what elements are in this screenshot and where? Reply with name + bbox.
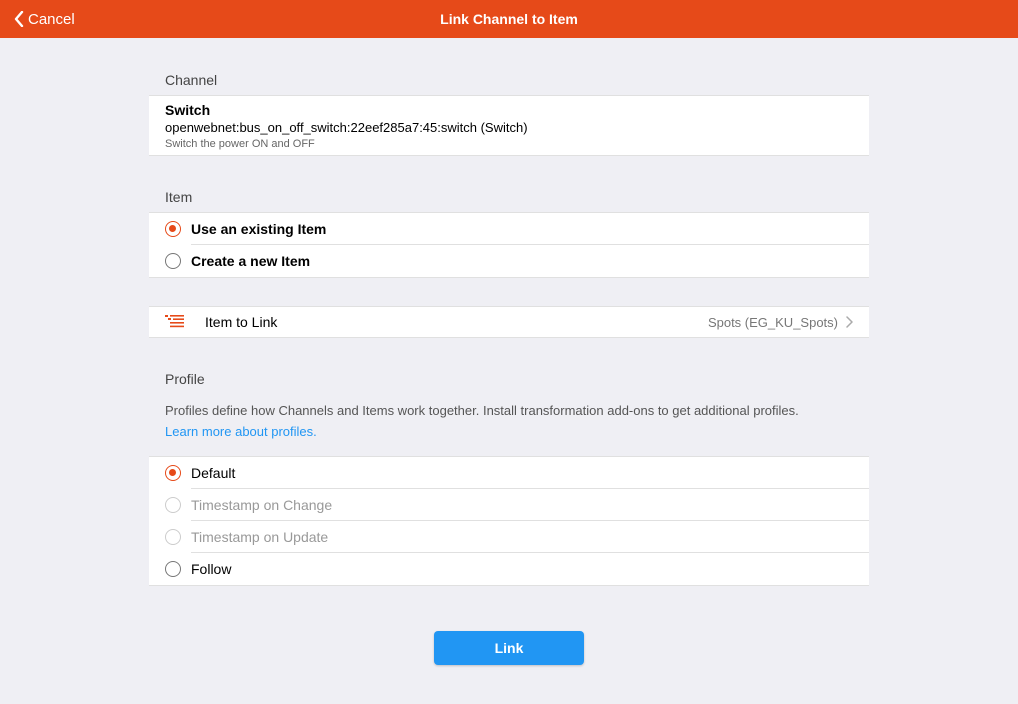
learn-more-profiles-link[interactable]: Learn more about profiles.	[165, 421, 865, 442]
item-heading: Item	[165, 189, 193, 205]
radio-label: Timestamp on Change	[191, 497, 333, 513]
radio-checked-icon[interactable]	[165, 221, 181, 237]
radio-use-existing-item[interactable]: Use an existing Item	[149, 213, 869, 245]
chevron-right-icon	[846, 316, 853, 328]
radio-label: Create a new Item	[191, 253, 311, 269]
profile-description-text: Profiles define how Channels and Items w…	[165, 403, 799, 418]
channel-description: Switch the power ON and OFF	[165, 138, 315, 150]
radio-profile-follow[interactable]: Follow	[149, 553, 869, 585]
radio-create-new-item[interactable]: Create a new Item	[149, 245, 869, 277]
item-to-link-row[interactable]: Item to Link Spots (EG_KU_Spots)	[149, 306, 869, 338]
channel-card: Switch openwebnet:bus_on_off_switch:22ee…	[149, 95, 869, 156]
item-mode-list: Use an existing Item Create a new Item	[149, 212, 869, 278]
channel-uid: openwebnet:bus_on_off_switch:22eef285a7:…	[165, 120, 528, 135]
item-to-link-value: Spots (EG_KU_Spots)	[707, 314, 838, 330]
profile-list: Default Timestamp on Change Timestamp on…	[149, 456, 869, 586]
channel-title: Switch	[165, 102, 211, 118]
list-icon	[165, 315, 189, 329]
link-button[interactable]: Link	[434, 631, 584, 665]
chevron-left-icon	[14, 11, 24, 27]
cancel-label: Cancel	[28, 10, 75, 28]
radio-label: Default	[191, 465, 236, 481]
radio-disabled-icon[interactable]	[165, 497, 181, 513]
item-to-link-label: Item to Link	[205, 314, 278, 330]
radio-profile-timestamp-change[interactable]: Timestamp on Change	[149, 489, 869, 521]
radio-unchecked-icon[interactable]	[165, 253, 181, 269]
navbar: Cancel Link Channel to Item	[0, 0, 1018, 38]
radio-label: Timestamp on Update	[191, 529, 329, 545]
radio-profile-default[interactable]: Default	[149, 457, 869, 489]
radio-label: Use an existing Item	[191, 221, 327, 237]
radio-disabled-icon[interactable]	[165, 529, 181, 545]
channel-heading: Channel	[165, 72, 218, 88]
profile-heading: Profile	[165, 371, 205, 387]
radio-unchecked-icon[interactable]	[165, 561, 181, 577]
page-title: Link Channel to Item	[440, 11, 578, 27]
radio-label: Follow	[191, 561, 232, 577]
cancel-button[interactable]: Cancel	[14, 0, 75, 38]
radio-profile-timestamp-update[interactable]: Timestamp on Update	[149, 521, 869, 553]
radio-checked-icon[interactable]	[165, 465, 181, 481]
profile-description: Profiles define how Channels and Items w…	[165, 400, 865, 442]
